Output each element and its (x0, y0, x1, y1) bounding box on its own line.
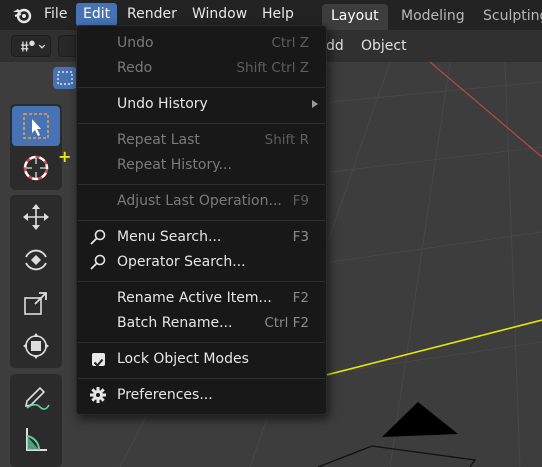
menu-item-preferences[interactable]: Preferences... (77, 383, 326, 407)
cursor-3d-icon (23, 155, 49, 181)
camera-triangle (382, 402, 458, 437)
object-mode-button[interactable] (58, 35, 78, 57)
checkmark-icon (93, 358, 104, 367)
menu-separator (78, 378, 325, 379)
edit-menu-dropdown: Undo Ctrl Z Redo Shift Ctrl Z Undo Histo… (76, 25, 327, 415)
menu-item-undo[interactable]: Undo Ctrl Z (77, 31, 326, 55)
menu-item-rename-active-item[interactable]: Rename Active Item... F2 (77, 286, 326, 310)
select-box-icon (23, 113, 49, 139)
menu-item-shortcut: F2 (292, 290, 309, 306)
annotate-pencil-icon (24, 386, 50, 410)
menu-item-label: Operator Search... (117, 254, 246, 270)
menu-item-batch-rename[interactable]: Batch Rename... Ctrl F2 (77, 311, 326, 335)
blender-logo-icon[interactable] (12, 6, 32, 24)
menu-item-label: Menu Search... (117, 229, 222, 245)
crosshair-icon: + (58, 147, 72, 166)
transform-icon (23, 333, 49, 359)
menu-item-label: Repeat History... (117, 157, 232, 173)
menu-separator (78, 342, 325, 343)
menu-item-label: Undo History (117, 96, 208, 112)
menu-item-adjust-last-operation[interactable]: Adjust Last Operation... F9 (77, 189, 326, 213)
menu-separator (78, 123, 325, 124)
editor-type-icon (21, 40, 46, 52)
menu-separator (78, 87, 325, 88)
menu-item-label: Adjust Last Operation... (117, 193, 282, 209)
select-box-icon (57, 71, 73, 85)
menu-item-shortcut: F9 (292, 193, 309, 209)
cursor-tool[interactable] (12, 148, 60, 188)
tab-modeling[interactable]: Modeling (392, 4, 474, 30)
menu-item-menu-search[interactable]: Menu Search... F3 (77, 225, 326, 249)
menu-edit[interactable]: Edit (76, 3, 118, 26)
menu-item-repeat-last[interactable]: Repeat Last Shift R (77, 128, 326, 152)
annotate-tool[interactable] (12, 376, 60, 416)
menu-item-shortcut: Ctrl F2 (264, 315, 309, 331)
move-tool[interactable] (12, 197, 60, 237)
measure-ruler-icon (26, 428, 47, 451)
editor-type-button[interactable] (11, 35, 51, 57)
scale-tool[interactable] (12, 283, 60, 323)
menu-item-label: Batch Rename... (117, 315, 233, 331)
add-menu[interactable]: dd (326, 38, 344, 54)
submenu-arrow-icon (312, 100, 318, 108)
menu-item-shortcut: F3 (292, 229, 309, 245)
rotate-icon (25, 249, 47, 271)
scale-icon (24, 292, 47, 315)
menu-item-label: Lock Object Modes (117, 351, 249, 367)
move-icon (23, 204, 49, 230)
toolbar-select-group (10, 104, 62, 190)
tab-sculpting[interactable]: Sculpting (474, 4, 542, 30)
menu-item-shortcut: Ctrl Z (271, 35, 309, 51)
menu-item-lock-object-modes[interactable]: Lock Object Modes (77, 347, 326, 371)
x-axis-line (429, 62, 542, 158)
menu-window[interactable]: Window (185, 3, 254, 26)
tab-layout[interactable]: Layout (322, 4, 388, 30)
lock-object-modes-checkbox[interactable] (92, 353, 105, 367)
object-menu[interactable]: Object (361, 38, 407, 54)
menu-item-label: Rename Active Item... (117, 290, 272, 306)
menu-separator (78, 281, 325, 282)
menu-item-redo[interactable]: Redo Shift Ctrl Z (77, 56, 326, 80)
menu-item-label: Redo (117, 60, 153, 76)
search-icon (90, 254, 106, 270)
rotate-tool[interactable] (12, 240, 60, 280)
menu-item-label: Undo (117, 35, 154, 51)
menu-item-repeat-history[interactable]: Repeat History... (77, 153, 326, 177)
menu-item-shortcut: Shift Ctrl Z (236, 60, 309, 76)
camera-outline (317, 445, 477, 467)
menu-item-undo-history[interactable]: Undo History (77, 92, 326, 116)
toolbar-transform-group (10, 195, 62, 368)
menu-separator (78, 220, 325, 221)
measure-tool[interactable] (12, 419, 60, 459)
menu-item-shortcut: Shift R (264, 132, 309, 148)
menu-separator (78, 184, 325, 185)
menu-render[interactable]: Render (120, 3, 184, 26)
select-mode-button[interactable] (53, 67, 77, 89)
menu-file[interactable]: File (37, 3, 74, 26)
select-box-tool[interactable] (12, 106, 60, 146)
menu-help[interactable]: Help (255, 3, 301, 26)
toolbar-annotate-group (10, 374, 62, 467)
menu-item-label: Preferences... (117, 387, 213, 403)
search-icon (90, 229, 106, 245)
menu-item-operator-search[interactable]: Operator Search... (77, 250, 326, 274)
gear-icon (90, 387, 106, 403)
menu-item-label: Repeat Last (117, 132, 200, 148)
transform-tool[interactable] (12, 326, 60, 366)
